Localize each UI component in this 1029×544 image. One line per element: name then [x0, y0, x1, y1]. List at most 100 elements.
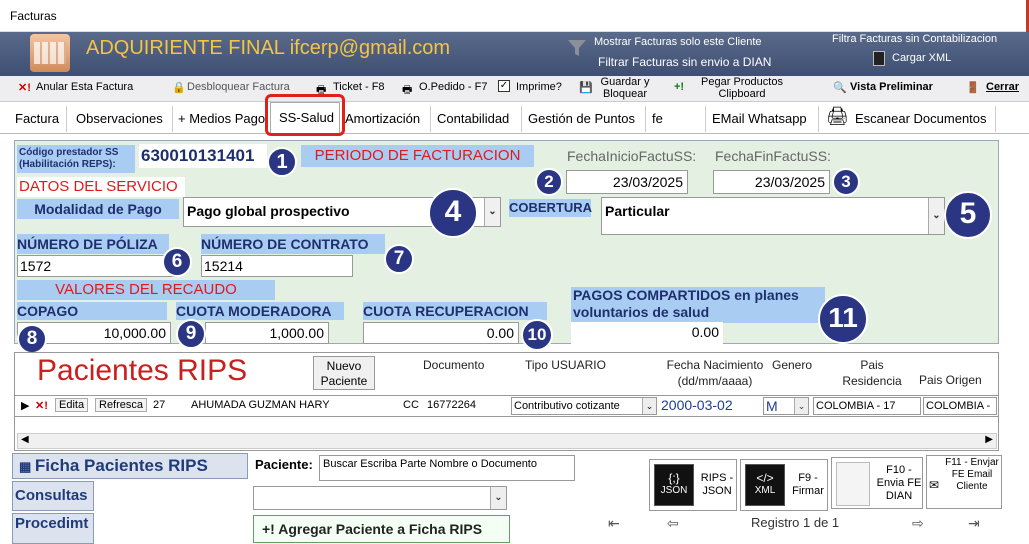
rips-json-button[interactable]: {;} JSON RIPS - JSON [649, 459, 737, 511]
procedimientos-button[interactable]: Procedimt [12, 513, 94, 544]
new-patient-button[interactable]: Nuevo Paciente [313, 356, 375, 390]
patient-search-input[interactable]: Buscar Escriba Parte Nombre o Documento [319, 455, 575, 481]
chevron-down-icon[interactable]: ⌄ [490, 487, 506, 509]
doc-number[interactable]: 16772264 [427, 399, 476, 411]
order-icon: 🖶 [402, 84, 413, 96]
sign-button[interactable]: </> XML F9 - Firmar [740, 459, 828, 511]
order-button[interactable]: O.Pedido - F7 [419, 81, 487, 93]
contract-field[interactable]: 15214 [201, 255, 353, 277]
add-patient-button[interactable]: +! Agregar Paciente a Ficha RIPS [253, 515, 510, 543]
shared-payments-label: PAGOS COMPARTIDOS en planes voluntarios … [571, 287, 825, 323]
service-data-label: DATOS DEL SERVICIO [17, 177, 185, 197]
provider-code-field[interactable]: 630010131401 [139, 144, 267, 168]
show-client-invoices[interactable]: Mostrar Facturas solo este Cliente [594, 36, 762, 48]
save-icon: 💾 [579, 82, 593, 94]
scroll-left-icon[interactable]: ◀ [21, 434, 29, 445]
policy-field[interactable]: 1572 [17, 255, 175, 277]
col-tipo-usuario[interactable]: Tipo USUARIO [525, 357, 606, 373]
edit-row-button[interactable]: Edita [55, 398, 89, 412]
col-documento[interactable]: Documento [423, 357, 484, 373]
tab-bar: Factura Observaciones + Medios Pago Amor… [0, 102, 1029, 134]
unlock-invoice-button[interactable]: Desbloquear Factura [187, 81, 290, 93]
json-file-icon: {;} JSON [654, 464, 694, 506]
policy-label: NÚMERO DE PÓLIZA [17, 234, 169, 254]
badge-10: 10 [521, 319, 553, 351]
paste-plus-icon: +! [674, 81, 685, 93]
last-record-icon[interactable]: ⇥ [968, 515, 980, 532]
invoice-document-icon [836, 462, 870, 506]
tab-contabilidad[interactable]: Contabilidad [437, 111, 509, 126]
country-origin-select[interactable]: COLOMBIA - [923, 397, 997, 415]
user-type-select[interactable]: Contributivo cotizante ⌄ [511, 397, 657, 415]
payment-mode-label: Modalidad de Pago [17, 199, 179, 219]
country-residence-select[interactable]: COLOMBIA - 17 [813, 397, 921, 415]
next-record-icon[interactable]: ⇨ [912, 515, 924, 532]
patient-name[interactable]: AHUMADA GUZMAN HARY [191, 399, 330, 411]
horizontal-scrollbar[interactable]: ◀ ▶ [17, 433, 997, 449]
chevron-down-icon[interactable]: ⌄ [642, 398, 656, 414]
preview-button[interactable]: Vista Preliminar [850, 81, 933, 93]
table-row[interactable]: ▶ ✕! Edita Refresca 27 AHUMADA GUZMAN HA… [15, 395, 998, 417]
doc-type[interactable]: CC [403, 399, 419, 411]
bottom-area: ▦ Ficha Pacientes RIPS Consultas Procedi… [0, 451, 1029, 544]
badge-1: 1 [267, 147, 297, 177]
tab-gestion-puntos[interactable]: Gestión de Puntos [528, 111, 635, 126]
chevron-down-icon[interactable]: ⌄ [794, 398, 808, 414]
contract-label: NÚMERO DE CONTRATO [201, 234, 385, 254]
gender-select[interactable]: M ⌄ [763, 397, 809, 415]
badge-4: 4 [428, 188, 478, 238]
patient-id: 27 [153, 399, 166, 411]
scroll-right-icon[interactable]: ▶ [985, 434, 993, 445]
moderator-field[interactable]: 1,000.00 [205, 322, 329, 344]
col-genero[interactable]: Genero [772, 357, 812, 373]
tab-amortizacion[interactable]: Amortización [345, 111, 420, 126]
chevron-down-icon[interactable]: ⌄ [928, 198, 944, 234]
tab-observaciones[interactable]: Observaciones [76, 111, 163, 126]
first-record-icon[interactable]: ⇤ [608, 515, 620, 532]
shared-payments-field[interactable]: 0.00 [571, 322, 723, 344]
toolbar: ✕! Anular Esta Factura 🔒 Desbloquear Fac… [0, 76, 1029, 102]
send-email-label: F11 - Envjar FE Email Cliente [945, 457, 999, 492]
badge-3: 3 [832, 168, 860, 196]
rips-json-label: RIPS - JSON [700, 472, 734, 497]
filter-no-dian[interactable]: Filtrar Facturas sin envio a DIAN [598, 55, 771, 69]
load-xml-button[interactable]: Cargar XML [892, 52, 951, 64]
print-checkbox[interactable]: ✓ [498, 80, 510, 92]
paste-products-button[interactable]: Pegar Productos Clipboard [692, 76, 792, 100]
save-lock-button[interactable]: Guardar y Bloquear [594, 76, 656, 100]
close-button[interactable]: Cerrar [986, 81, 1019, 93]
tab-email-whatsapp[interactable]: EMail Whatsapp [712, 111, 807, 126]
cancel-invoice-button[interactable]: Anular Esta Factura [36, 81, 133, 93]
filter-no-accounting[interactable]: Filtra Facturas sin Contabilizacion [832, 33, 997, 45]
previous-record-icon[interactable]: ⇦ [667, 515, 679, 532]
start-date-field[interactable]: 23/03/2025 [566, 170, 688, 194]
tab-escanear-documentos[interactable]: Escanear Documentos [855, 111, 987, 126]
grid-icon: ▦ [19, 459, 35, 474]
print-label: Imprime? [516, 81, 562, 93]
start-date-label: FechaInicioFactuSS: [567, 148, 697, 164]
refresh-row-button[interactable]: Refresca [95, 398, 148, 412]
coverage-select[interactable]: Particular ⌄ [601, 197, 945, 235]
patients-grid: Pacientes RIPS Nuevo Paciente Documento … [14, 352, 999, 451]
col-fecha-nacimiento[interactable]: Fecha Nacimiento (dd/mm/aaaa) [655, 357, 775, 389]
recovery-field[interactable]: 0.00 [363, 322, 519, 344]
patient-select[interactable]: ⌄ [253, 486, 507, 510]
filter-icon[interactable] [567, 38, 587, 58]
consultas-button[interactable]: Consultas [12, 481, 94, 511]
delete-row-icon[interactable]: ✕! [35, 399, 48, 412]
chevron-down-icon[interactable]: ⌄ [484, 198, 500, 226]
end-date-field[interactable]: 23/03/2025 [713, 170, 830, 194]
highlight-annotation [265, 94, 345, 136]
badge-11: 11 [818, 294, 868, 344]
send-email-button[interactable]: ✉ F11 - Envjar FE Email Cliente [926, 455, 1002, 509]
tab-factura[interactable]: Factura [15, 111, 59, 126]
col-pais-residencia[interactable]: Pais Residencia [837, 357, 907, 389]
ticket-button[interactable]: Ticket - F8 [333, 81, 385, 93]
tab-medios-pago[interactable]: + Medios Pago [178, 111, 265, 126]
rips-sheet-tab[interactable]: ▦ Ficha Pacientes RIPS [12, 453, 248, 479]
tab-fe[interactable]: fe [652, 111, 663, 126]
col-pais-origen[interactable]: Pais Origen [919, 372, 982, 388]
birth-date-field[interactable]: 2000-03-02 [661, 397, 733, 413]
send-dian-button[interactable]: F10 - Envia FE DIAN [831, 457, 923, 509]
grid-title: Pacientes RIPS [37, 354, 248, 387]
